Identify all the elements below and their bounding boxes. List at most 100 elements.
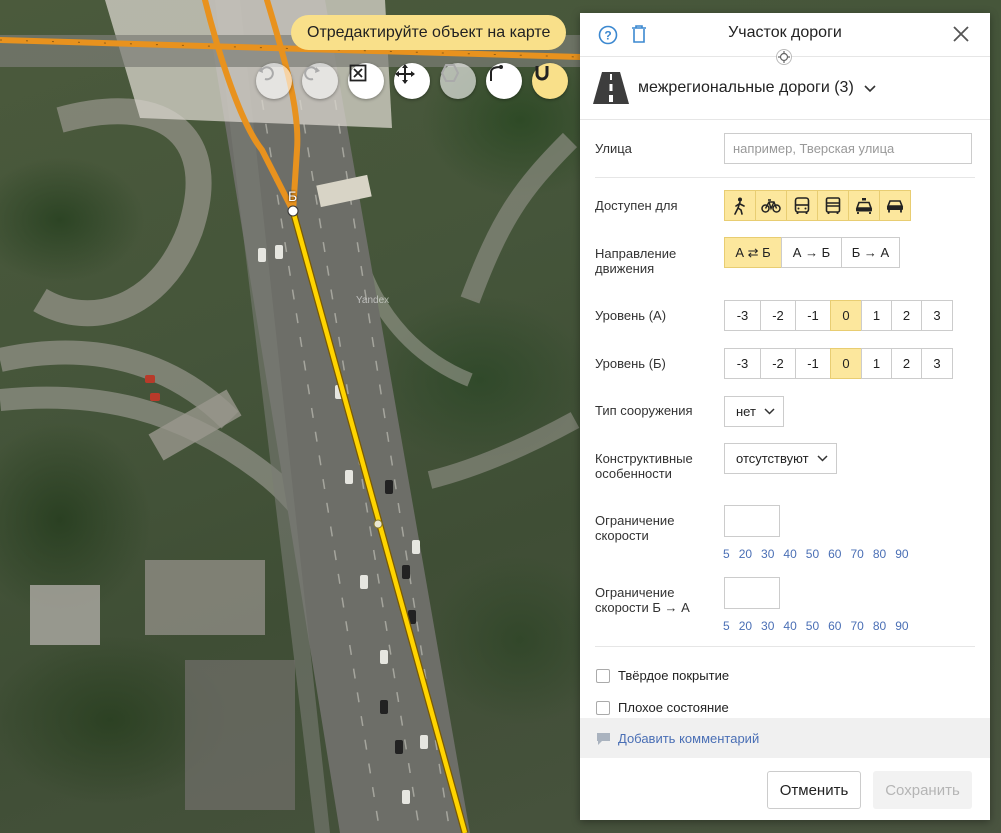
features-value: отсутствуют [736, 451, 809, 466]
bicycle-icon [761, 198, 781, 213]
road-category-icon [593, 72, 629, 104]
checkbox-label: Плохое состояние [618, 700, 729, 715]
speed-limit-ba-input[interactable] [724, 577, 780, 609]
level-b-option[interactable]: 2 [891, 348, 922, 379]
level-a-option[interactable]: 2 [891, 300, 922, 331]
level-b-selector: -3 -2 -1 0 1 2 3 [724, 348, 953, 379]
level-b-option[interactable]: -3 [724, 348, 761, 379]
speed-preset-link[interactable]: 40 [783, 619, 796, 633]
speed-limit-input[interactable] [724, 505, 780, 537]
close-button[interactable] [950, 23, 972, 45]
draw-polygon-button[interactable] [440, 63, 476, 99]
speed-preset-link[interactable]: 90 [895, 547, 908, 561]
undo-button[interactable] [256, 63, 292, 99]
cancel-button[interactable]: Отменить [767, 771, 861, 809]
direction-label: Направление движения [595, 246, 677, 276]
bad-condition-checkbox[interactable]: Плохое состояние [596, 700, 729, 715]
access-bicycle-toggle[interactable] [755, 190, 787, 221]
features-dropdown[interactable]: отсутствуют [724, 443, 837, 474]
level-b-option[interactable]: -1 [795, 348, 831, 379]
direction-a-to-b-option[interactable]: А → Б [781, 237, 842, 268]
level-a-option[interactable]: 1 [861, 300, 892, 331]
level-a-option[interactable]: -3 [724, 300, 761, 331]
level-b-option[interactable]: 1 [861, 348, 892, 379]
features-label: Конструктивные особенности [595, 451, 693, 481]
move-icon [395, 64, 415, 84]
access-truck-toggle[interactable] [817, 190, 849, 221]
car-icon [886, 199, 904, 212]
speed-preset-link[interactable]: 70 [850, 547, 863, 561]
access-label: Доступен для [595, 198, 678, 213]
category-selector[interactable]: межрегиональные дороги (3) [580, 57, 990, 120]
edit-hint-toast: Отредактируйте объект на карте [291, 15, 567, 50]
truck-icon [825, 196, 841, 214]
move-button[interactable] [394, 63, 430, 99]
speed-preset-link[interactable]: 60 [828, 547, 841, 561]
speed-preset-link[interactable]: 70 [850, 619, 863, 633]
magnet-snap-icon [535, 66, 549, 81]
map-watermark: Yandex [356, 295, 390, 306]
speed-preset-link[interactable]: 50 [806, 547, 819, 561]
undo-icon [258, 66, 274, 81]
level-a-selector: -3 -2 -1 0 1 2 3 [724, 300, 953, 331]
level-b-option[interactable]: -2 [760, 348, 796, 379]
point-b-label: Б [288, 188, 298, 204]
close-icon [953, 26, 969, 42]
speed-preset-link[interactable]: 30 [761, 619, 774, 633]
speed-preset-link[interactable]: 20 [739, 547, 752, 561]
street-input[interactable] [724, 133, 972, 164]
level-b-option-selected[interactable]: 0 [830, 348, 862, 379]
access-selector [724, 190, 911, 221]
taxi-icon [855, 197, 873, 214]
level-a-option[interactable]: -1 [795, 300, 831, 331]
speed-preset-link[interactable]: 90 [895, 619, 908, 633]
speed-preset-link[interactable]: 60 [828, 619, 841, 633]
panel-header: ? Участок дороги [580, 13, 990, 65]
speed-limit-label: Ограничение скорости [595, 513, 675, 543]
redo-icon [304, 66, 320, 81]
branch-button[interactable] [486, 63, 522, 99]
chevron-down-icon [817, 455, 828, 462]
speed-preset-link[interactable]: 80 [873, 619, 886, 633]
add-comment-label: Добавить комментарий [618, 731, 760, 746]
structure-dropdown[interactable]: нет [724, 396, 784, 427]
checkbox-box[interactable] [596, 668, 610, 683]
direction-b-to-a-option[interactable]: Б → А [841, 237, 900, 268]
level-a-label: Уровень (А) [595, 308, 667, 323]
divider [595, 646, 975, 647]
speed-preset-link[interactable]: 5 [723, 619, 730, 633]
magnet-snap-button[interactable] [532, 63, 568, 99]
level-a-option[interactable]: -2 [760, 300, 796, 331]
fit-to-view-icon [349, 64, 367, 82]
hard-surface-checkbox[interactable]: Твёрдое покрытие [596, 668, 729, 683]
add-comment-link[interactable]: Добавить комментарий [596, 731, 759, 746]
save-button[interactable]: Сохранить [873, 771, 972, 809]
direction-both-option[interactable]: А ⇄ Б [724, 237, 782, 268]
panel-title: Участок дороги [728, 24, 842, 41]
redo-button[interactable] [302, 63, 338, 99]
speed-preset-link[interactable]: 5 [723, 547, 730, 561]
branch-icon [490, 65, 503, 81]
access-car-toggle[interactable] [879, 190, 911, 221]
speed-preset-link[interactable]: 40 [783, 547, 796, 561]
divider [595, 177, 975, 178]
structure-value: нет [736, 404, 756, 419]
speed-preset-link[interactable]: 80 [873, 547, 886, 561]
level-a-option[interactable]: 3 [921, 300, 953, 331]
access-taxi-toggle[interactable] [848, 190, 880, 221]
access-bus-toggle[interactable] [786, 190, 818, 221]
chevron-down-icon [864, 85, 876, 93]
pedestrian-icon [734, 197, 745, 215]
access-pedestrian-toggle[interactable] [724, 190, 756, 221]
checkbox-box[interactable] [596, 700, 610, 715]
fit-to-view-button[interactable] [348, 63, 384, 99]
level-b-option[interactable]: 3 [921, 348, 953, 379]
speed-preset-link[interactable]: 20 [739, 619, 752, 633]
chevron-down-icon [764, 408, 775, 415]
speed-preset-link[interactable]: 30 [761, 547, 774, 561]
speed-limit-ba-label: Ограничение скорости Б → А [595, 585, 690, 615]
level-a-option-selected[interactable]: 0 [830, 300, 862, 331]
speed-limit-ba-presets: 5 20 30 40 50 60 70 80 90 [723, 619, 918, 633]
speed-preset-link[interactable]: 50 [806, 619, 819, 633]
category-label: межрегиональные дороги (3) [638, 79, 854, 96]
